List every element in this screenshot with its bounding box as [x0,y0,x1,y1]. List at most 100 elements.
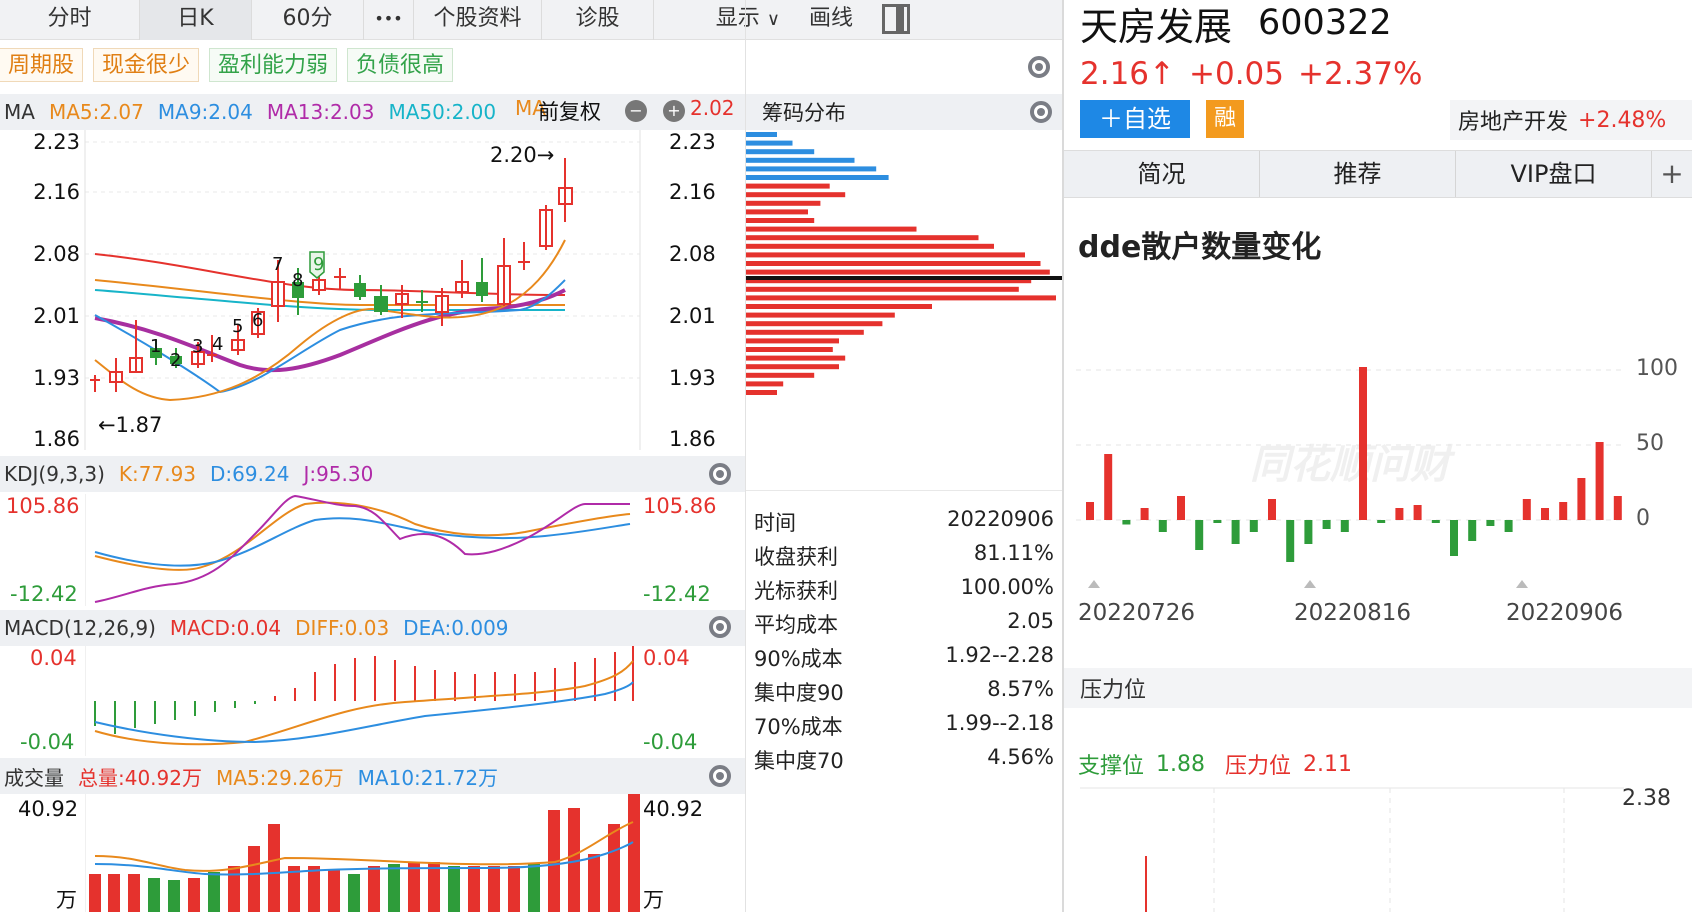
volume-chart[interactable] [85,794,640,912]
chip-bar [746,321,883,327]
kdj-k: K:77.93 [118,462,197,486]
tab-vip-order-book[interactable]: VIP盘口 [1456,151,1652,197]
tag-weak-profit[interactable]: 盈利能力弱 [209,48,338,82]
chip-header: 筹码分布 [746,94,1062,130]
last-price: 2.16↑ [1080,56,1175,92]
volume-gear-icon[interactable] [709,765,731,787]
macd-title: MACD(12,26,9) [4,616,156,640]
dde-title: dde散户数量变化 [1078,230,1322,265]
add-tab-icon[interactable]: + [1652,151,1692,197]
display-label: 显示 [715,6,760,31]
tab-stock-info[interactable]: 个股资料 [414,0,542,40]
chip-bar [746,381,784,387]
pressure-chart[interactable] [1064,780,1692,912]
chip-stat-value: 81.11% [973,541,1054,565]
dde-bar [1195,520,1204,550]
chip-stat-value: 1.92--2.28 [945,643,1054,667]
macd-gear-icon[interactable] [709,616,731,638]
chip-stat-row: 平均成本 2.05 [754,609,1054,639]
chip-stat-label: 90%成本 [754,647,843,671]
tag-low-cash[interactable]: 现金很少 [93,48,200,82]
dde-bar [1413,505,1422,520]
seq-1: 1 [150,336,161,357]
macd-chart[interactable] [85,646,640,756]
layout-toggle[interactable] [876,0,916,39]
macd-diff: DIFF:0.03 [295,616,390,640]
kdj-gear-icon[interactable] [709,463,731,485]
tab-daily-k[interactable]: 日K [140,0,252,40]
chip-stat-value: 8.57% [987,677,1054,701]
chip-bar [746,338,839,344]
chip-bar [746,157,855,163]
chip-stat-row: 70%成本 1.99--2.18 [754,711,1054,741]
stock-name: 天房发展 [1080,4,1233,49]
plus-circle-icon[interactable]: + [663,100,685,122]
dde-xtick: 20220816 [1294,600,1412,626]
stock-code: 600322 [1258,3,1392,43]
dde-bar [1450,520,1458,556]
dde-bar [1522,499,1531,520]
chip-stat-label: 70%成本 [754,715,843,739]
display-menu[interactable]: 显示 ∨ [654,0,786,40]
chip-title: 筹码分布 [762,101,846,125]
fuquan-label[interactable]: 前复权 [538,96,601,126]
chip-stat-value: 1.99--2.18 [945,711,1054,735]
volume-title: 成交量 [4,765,64,790]
support-label: 支撑位 [1078,754,1145,779]
dde-bar [1395,508,1404,520]
draw-line-button[interactable]: 画线 [786,0,876,40]
sector-chip[interactable]: 房地产开发 +2.48% [1450,100,1692,140]
chip-stat-row: 光标获利 100.00% [754,575,1054,605]
tag-high-debt[interactable]: 负债很高 [347,48,454,82]
tab-fenshi[interactable]: 分时 [0,0,140,40]
margin-trading-badge[interactable]: 融 [1206,100,1244,138]
chip-bar [746,295,1056,301]
kline-chart[interactable]: 2.20→ ←1.87 1 2 3 4 5 6 7 8 9 [0,130,745,450]
chip-stat-row: 集中度90 8.57% [754,677,1054,707]
pressure-title: 压力位 [1080,678,1147,703]
minus-circle-icon[interactable]: − [625,100,647,122]
chip-bar [746,347,833,352]
chip-bar [746,200,821,206]
chip-bar [746,166,877,172]
dde-bar [1431,520,1440,523]
chip-stat-value: 100.00% [960,575,1054,599]
tags-gear-icon[interactable] [1028,56,1050,78]
dde-bar [1322,520,1331,529]
tag-cyclical[interactable]: 周期股 [0,48,84,82]
kdj-chart[interactable] [85,494,640,606]
chip-distribution-chart[interactable] [746,132,1062,422]
dde-bar [1286,520,1295,562]
chip-bar [746,329,864,335]
chip-table-divider [746,490,1062,491]
vol-top-right: 40.92 [643,797,704,821]
chip-gear-icon[interactable] [1030,101,1052,123]
dde-bar [1268,499,1276,520]
tab-60min[interactable]: 60分 [252,0,364,40]
chip-bar [746,132,777,137]
kdj-top-right: 105.86 [643,494,717,518]
sector-pct: +2.48% [1578,107,1667,133]
chip-bar [746,261,1041,266]
chip-stat-label: 平均成本 [754,613,838,637]
dde-bar [1213,520,1222,523]
dde-chart[interactable] [1064,350,1692,600]
kdj-top-left: 105.86 [6,494,80,518]
tab-recommend[interactable]: 推荐 [1260,151,1456,197]
dde-ytick: 0 [1636,506,1650,531]
more-tabs-button[interactable]: ••• [364,0,414,40]
support-pressure-line: 支撑位 1.88 压力位 2.11 [1078,748,1352,780]
pressure-header: 压力位 [1064,668,1692,708]
panel-layout-icon [882,4,910,34]
chip-stat-label: 时间 [754,511,796,535]
seq-2: 2 [170,350,181,371]
chip-stat-row: 集中度70 4.56% [754,745,1054,775]
tab-overview[interactable]: 简况 [1064,151,1260,197]
seq-5: 5 [232,316,243,337]
add-watchlist-button[interactable]: ＋自选 [1080,100,1190,138]
dde-ytick: 100 [1636,356,1678,381]
stock-header: 天房发展 600322 [1080,0,1392,49]
seq-7: 7 [272,254,283,275]
chip-bar [746,355,846,361]
tab-diagnosis[interactable]: 诊股 [542,0,654,40]
